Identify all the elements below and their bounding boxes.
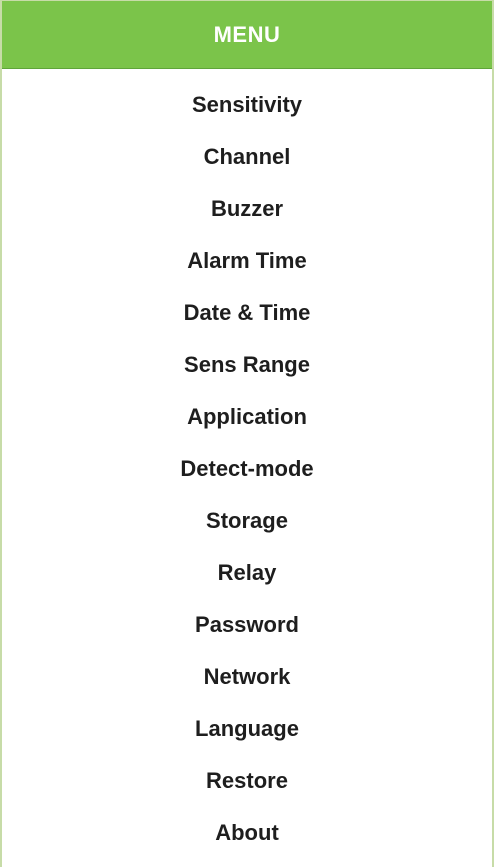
menu-item-alarm-time[interactable]: Alarm Time bbox=[2, 235, 492, 287]
menu-header: MENU bbox=[2, 1, 492, 69]
menu-item-date-time[interactable]: Date & Time bbox=[2, 287, 492, 339]
menu-item-sensitivity[interactable]: Sensitivity bbox=[2, 79, 492, 131]
menu-item-network[interactable]: Network bbox=[2, 651, 492, 703]
menu-item-restore[interactable]: Restore bbox=[2, 755, 492, 807]
menu-item-buzzer[interactable]: Buzzer bbox=[2, 183, 492, 235]
menu-title: MENU bbox=[213, 21, 281, 47]
menu-item-application[interactable]: Application bbox=[2, 391, 492, 443]
menu-item-channel[interactable]: Channel bbox=[2, 131, 492, 183]
menu-item-language[interactable]: Language bbox=[2, 703, 492, 755]
menu-list: Sensitivity Channel Buzzer Alarm Time Da… bbox=[2, 79, 492, 859]
menu-item-storage[interactable]: Storage bbox=[2, 495, 492, 547]
menu-item-sens-range[interactable]: Sens Range bbox=[2, 339, 492, 391]
menu-item-about[interactable]: About bbox=[2, 807, 492, 859]
menu-item-relay[interactable]: Relay bbox=[2, 547, 492, 599]
menu-item-detect-mode[interactable]: Detect-mode bbox=[2, 443, 492, 495]
menu-panel: MENU Sensitivity Channel Buzzer Alarm Ti… bbox=[0, 0, 494, 867]
menu-item-password[interactable]: Password bbox=[2, 599, 492, 651]
